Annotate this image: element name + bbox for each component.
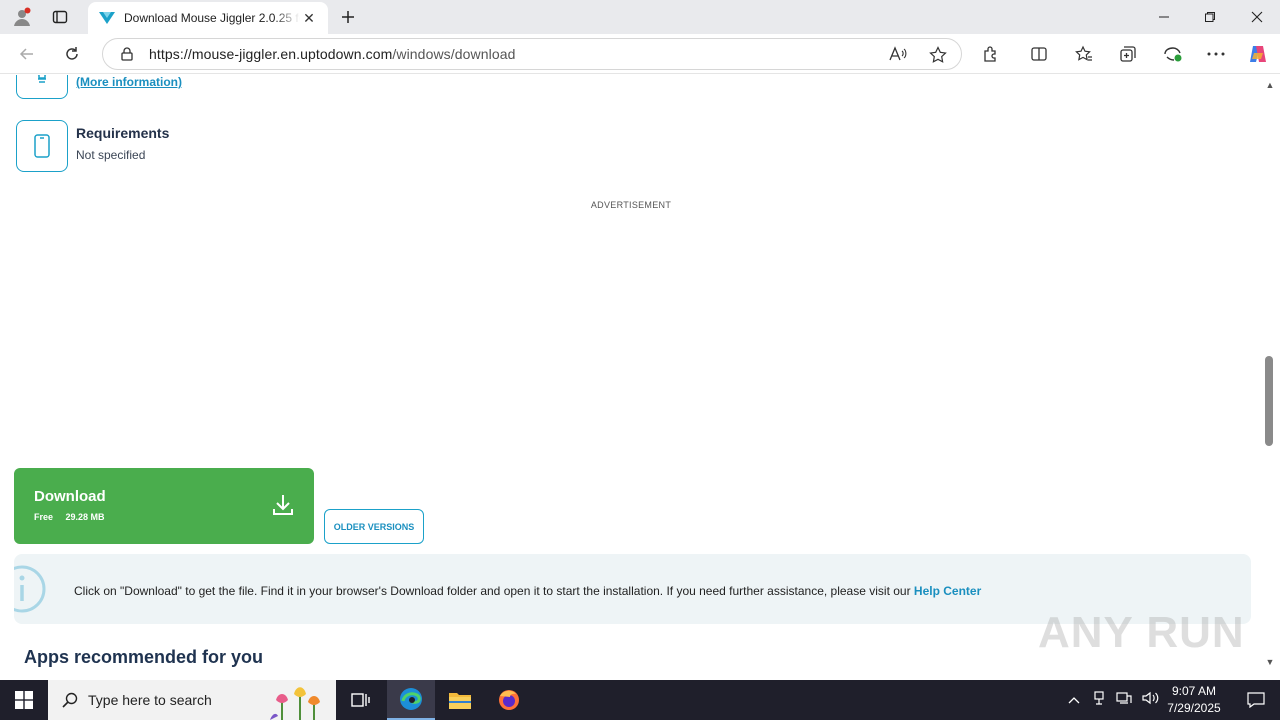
apps-recommended-heading: Apps recommended for you — [24, 647, 264, 667]
new-tab-icon[interactable] — [331, 0, 365, 34]
split-screen-icon[interactable] — [1023, 38, 1055, 70]
requirements-icon-box — [16, 120, 68, 172]
scroll-down-icon[interactable]: ▼ — [1263, 657, 1277, 669]
tab-actions-icon[interactable] — [43, 0, 77, 34]
more-information-link[interactable]: (More information) — [76, 75, 182, 89]
download-button-label: Download — [34, 488, 106, 505]
download-button[interactable]: Download Free 29.28 MB — [14, 468, 314, 544]
tab-active[interactable]: Download Mouse Jiggler 2.0.25 for Window… — [88, 2, 328, 34]
license-info-box — [16, 75, 68, 99]
lightbulb-icon — [37, 75, 47, 83]
site-info-lock-icon[interactable] — [119, 46, 135, 67]
requirements-title: Requirements — [76, 125, 170, 141]
profile-icon[interactable] — [5, 0, 39, 34]
system-tray — [1068, 680, 1160, 720]
help-message: Click on "Download" to get the file. Fin… — [74, 584, 914, 598]
search-placeholder: Type here to search — [88, 692, 212, 708]
browser-tab-bar: Download Mouse Jiggler 2.0.25 for Window… — [0, 0, 1280, 34]
read-aloud-icon[interactable] — [889, 46, 907, 67]
notifications-icon[interactable] — [1232, 680, 1280, 720]
tulips-illustration-icon — [270, 687, 320, 720]
refresh-icon[interactable] — [56, 38, 88, 70]
file-explorer-icon[interactable] — [436, 680, 484, 720]
taskbar-search-box[interactable]: Type here to search — [48, 680, 336, 720]
address-bar[interactable]: https://mouse-jiggler.en.uptodown.com/wi… — [102, 38, 962, 70]
usb-device-icon[interactable] — [1092, 690, 1106, 710]
collections-icon[interactable] — [1112, 38, 1144, 70]
clock-time: 9:07 AM — [1171, 684, 1217, 698]
copilot-icon[interactable] — [1242, 38, 1274, 70]
show-hidden-icons-icon[interactable] — [1068, 691, 1080, 709]
taskbar-clock[interactable]: 9:07 AM 7/29/2025 — [1160, 683, 1228, 717]
back-icon[interactable] — [11, 38, 43, 70]
requirements-value: Not specified — [76, 148, 146, 162]
scrollbar-thumb[interactable] — [1265, 356, 1273, 446]
volume-icon[interactable] — [1142, 691, 1160, 710]
phone-device-icon — [34, 134, 50, 158]
favorite-star-icon[interactable] — [929, 46, 947, 69]
anyrun-watermark: ANY RUN — [1038, 608, 1245, 657]
close-window-icon[interactable] — [1234, 0, 1280, 34]
network-icon[interactable] — [1116, 691, 1132, 710]
extensions-icon[interactable] — [975, 38, 1007, 70]
edge-taskbar-icon[interactable] — [387, 680, 435, 720]
scroll-up-icon[interactable]: ▲ — [1263, 80, 1277, 92]
firefox-icon[interactable] — [485, 680, 533, 720]
start-button[interactable] — [0, 680, 48, 720]
minimize-icon[interactable] — [1141, 0, 1187, 34]
download-meta: Free 29.28 MB — [34, 512, 115, 522]
more-menu-icon[interactable] — [1200, 38, 1232, 70]
older-versions-button[interactable]: OLDER VERSIONS — [324, 509, 424, 544]
download-arrow-icon — [273, 495, 293, 515]
clock-date: 7/29/2025 — [1167, 701, 1221, 715]
download-price: Free — [34, 512, 54, 522]
browser-essentials-icon[interactable] — [1157, 38, 1189, 70]
search-icon — [62, 692, 78, 708]
advertisement-label: ADVERTISEMENT — [590, 200, 672, 210]
help-text: Click on "Download" to get the file. Fin… — [74, 584, 981, 598]
navigation-bar: https://mouse-jiggler.en.uptodown.com/wi… — [0, 34, 1280, 74]
url-text: https://mouse-jiggler.en.uptodown.com/wi… — [149, 46, 516, 62]
task-view-icon[interactable] — [336, 680, 384, 720]
url-host: https://mouse-jiggler.en.uptodown.com — [149, 46, 393, 62]
uptodown-favicon-icon — [99, 12, 115, 24]
favorites-icon[interactable] — [1068, 38, 1100, 70]
info-circle-icon — [14, 565, 46, 613]
windows-taskbar: Type here to search 9:07 AM 7/29/2025 — [0, 680, 1280, 720]
download-size: 29.28 MB — [65, 512, 105, 522]
restore-icon[interactable] — [1187, 0, 1233, 34]
windows-logo-icon — [15, 691, 33, 709]
help-center-link[interactable]: Help Center — [914, 584, 981, 598]
url-path: /windows/download — [392, 46, 516, 62]
tab-title: Download Mouse Jiggler 2.0.25 for Window… — [124, 11, 300, 25]
tab-close-icon[interactable]: ✕ — [300, 10, 318, 27]
web-page-content: (More information) Requirements Not spec… — [0, 75, 1262, 676]
